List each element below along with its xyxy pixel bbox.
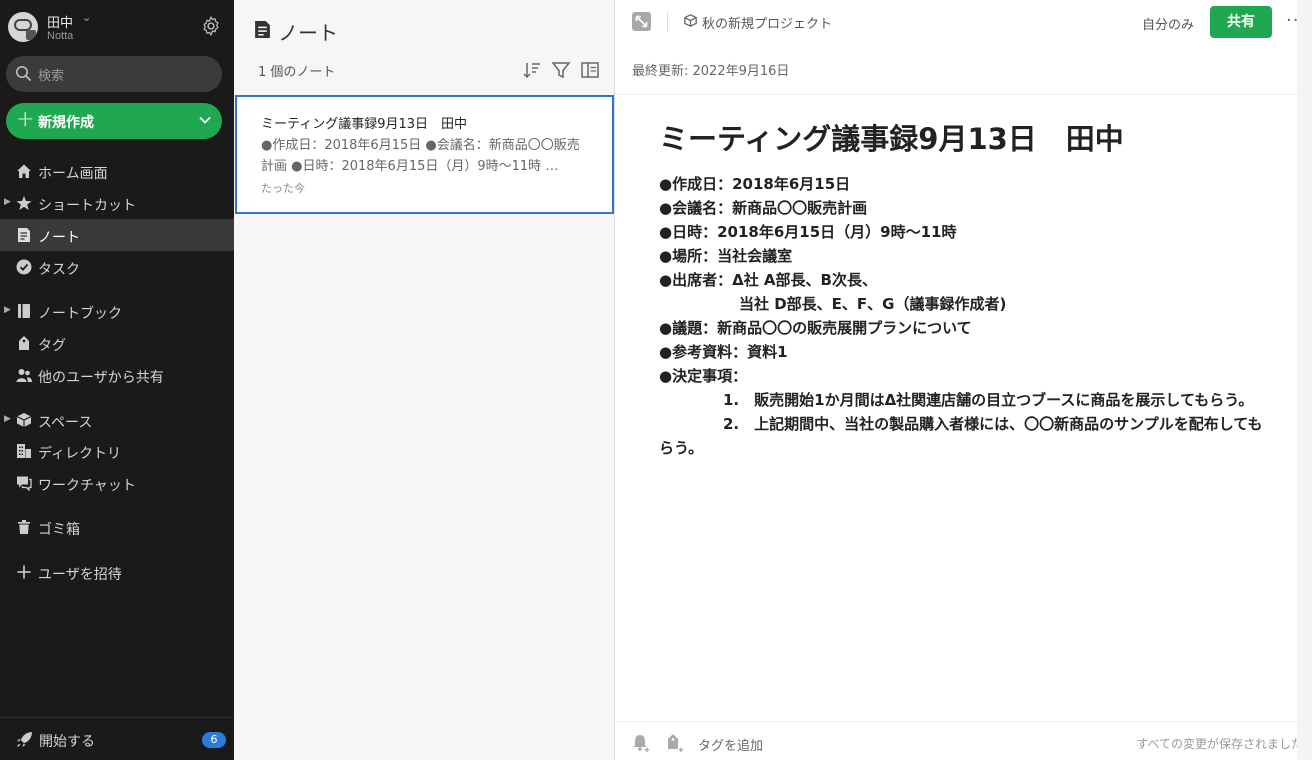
divider <box>667 12 668 32</box>
note-card-title: ミーティング議事録9月13日 田中 <box>261 117 468 132</box>
share-button[interactable]: 共有 <box>1210 6 1272 38</box>
chevron-down-icon: ⌄ <box>82 11 92 24</box>
notebook-breadcrumb[interactable]: 秋の新規プロジェクト <box>702 13 832 32</box>
star-icon <box>16 196 32 210</box>
trash-icon <box>18 520 30 534</box>
sidebar-item-notebooks[interactable]: ▶ ノートブック <box>0 295 234 327</box>
sidebar-item-label: ノートブック <box>38 306 122 322</box>
avatar <box>8 12 38 42</box>
sidebar-item-tags[interactable]: タグ <box>0 327 234 359</box>
sidebar-item-home[interactable]: ホーム画面 <box>0 155 234 187</box>
add-tag-icon[interactable] <box>665 733 685 753</box>
notebook-icon <box>18 304 30 318</box>
note-line: ●決定事項： <box>659 367 748 385</box>
home-icon <box>17 164 31 178</box>
sidebar-item-spaces[interactable]: ▶ スペース <box>0 404 234 436</box>
note-card-time: たった今 <box>261 182 305 195</box>
caret-right-icon[interactable]: ▶ <box>4 305 11 315</box>
get-started[interactable]: 開始する 6 <box>0 717 234 760</box>
note-editor: 秋の新規プロジェクト 自分のみ 共有 ··· 最終更新: 2022年9月16日 … <box>615 0 1312 760</box>
tag-icon <box>19 336 29 350</box>
note-body[interactable]: ●作成日：2018年6月15日 ●会議名：新商品〇〇販売計画 ●日時：2018年… <box>659 172 1269 460</box>
rocket-icon <box>17 732 32 747</box>
directory-icon <box>17 444 31 458</box>
sidebar-item-tasks[interactable]: タスク <box>0 251 234 283</box>
note-list-panel: ノート 1 個のノート ミーティング議事録9月13日 田中 ●作成日：2018年… <box>234 0 615 760</box>
note-count: 1 個のノート <box>258 65 336 80</box>
space-cube-icon <box>16 413 32 427</box>
shared-users-icon <box>16 369 32 382</box>
expand-icon[interactable] <box>632 12 651 31</box>
account-switcher[interactable]: 田中 ⌄ Notta <box>8 10 228 44</box>
sidebar-item-label: 他のユーザから共有 <box>38 370 164 386</box>
sort-icon[interactable] <box>522 60 542 80</box>
sidebar-item-shortcuts[interactable]: ▶ ショートカット <box>0 187 234 219</box>
visibility-label[interactable]: 自分のみ <box>1142 14 1194 33</box>
sidebar-item-invite[interactable]: ユーザを招待 <box>0 556 234 588</box>
note-line: ●場所：当社会議室 <box>659 247 793 265</box>
sidebar: 田中 ⌄ Notta 検索 + 新規作成 ホーム画面 ▶ ショートカット ノート… <box>0 0 234 760</box>
add-tag-input[interactable]: タグを追加 <box>698 735 763 754</box>
note-icon <box>255 21 270 38</box>
note-line: ●議題：新商品〇〇の販売展開プランについて <box>659 319 972 337</box>
filter-icon[interactable] <box>551 60 571 80</box>
sidebar-item-workchat[interactable]: ワークチャット <box>0 467 234 499</box>
new-note-label: 新規作成 <box>38 115 94 131</box>
sidebar-item-label: ゴミ箱 <box>38 522 80 538</box>
chat-icon <box>17 476 32 491</box>
new-note-button[interactable]: + 新規作成 <box>6 103 222 139</box>
note-line: ●会議名：新商品〇〇販売計画 <box>659 199 868 217</box>
sidebar-item-label: タグ <box>38 338 66 354</box>
space-cube-icon <box>684 14 697 27</box>
note-line: ●参考資料：資料1 <box>659 343 788 361</box>
page-title: ノート <box>278 21 338 45</box>
search-icon <box>15 65 32 82</box>
decision-item: 1. 販売開始1か月間はΔ社関連店舗の目立つブースに商品を展示してもらう。 <box>723 391 1254 409</box>
sidebar-item-label: ホーム画面 <box>38 166 108 182</box>
reminder-bell-icon[interactable] <box>631 733 651 753</box>
note-line: ●作成日：2018年6月15日 <box>659 175 851 193</box>
search-input[interactable]: 検索 <box>6 56 222 92</box>
sidebar-item-label: ワークチャット <box>38 478 136 494</box>
sidebar-item-trash[interactable]: ゴミ箱 <box>0 511 234 543</box>
sidebar-item-shared[interactable]: 他のユーザから共有 <box>0 359 234 391</box>
editor-header: 秋の新規プロジェクト 自分のみ 共有 ··· 最終更新: 2022年9月16日 <box>615 0 1312 95</box>
view-layout-icon[interactable] <box>580 60 600 80</box>
sidebar-item-label: ディレクトリ <box>38 446 122 462</box>
chevron-down-icon[interactable] <box>198 113 212 127</box>
note-icon <box>18 228 30 242</box>
gear-icon[interactable] <box>200 15 222 37</box>
workspace-name: Notta <box>47 30 74 42</box>
save-status: すべての変更が保存されました <box>1136 737 1303 751</box>
get-started-label: 開始する <box>39 734 95 750</box>
sidebar-item-notes[interactable]: ノート <box>0 219 234 251</box>
note-card-snippet: ●作成日：2018年6月15日 ●会議名：新商品〇〇販売計画 ●日時：2018年… <box>261 138 580 174</box>
sidebar-item-label: ユーザを招待 <box>38 567 122 583</box>
search-placeholder: 検索 <box>38 69 65 84</box>
plus-icon <box>17 565 31 579</box>
task-check-icon <box>16 259 32 275</box>
sidebar-item-label: タスク <box>38 262 80 278</box>
editor-footer: タグを追加 すべての変更が保存されました <box>615 721 1312 760</box>
sidebar-item-directory[interactable]: ディレクトリ <box>0 435 234 467</box>
notification-badge: 6 <box>202 732 226 748</box>
sidebar-item-label: ショートカット <box>38 198 136 214</box>
sidebar-item-label: ノート <box>38 230 80 246</box>
note-line: ●日時：2018年6月15日（月）9時〜11時 <box>659 223 957 241</box>
scrollbar[interactable] <box>1297 0 1312 760</box>
account-name: 田中 <box>47 16 74 31</box>
plus-icon: + <box>16 107 35 132</box>
note-line: ●出席者：Δ社 A部長、B次長、 <box>659 271 877 289</box>
last-updated: 最終更新: 2022年9月16日 <box>632 64 790 79</box>
caret-right-icon[interactable]: ▶ <box>4 414 11 424</box>
sidebar-item-label: スペース <box>38 415 93 431</box>
note-line: 当社 D部長、E、F、G（議事録作成者) <box>739 295 1007 313</box>
note-title[interactable]: ミーティング議事録9月13日 田中 <box>659 116 1124 158</box>
caret-right-icon[interactable]: ▶ <box>4 197 11 207</box>
note-card[interactable]: ミーティング議事録9月13日 田中 ●作成日：2018年6月15日 ●会議名：新… <box>235 95 614 214</box>
decision-item: 2. 上記期間中、当社の製品購入者様には、〇〇新商品のサンプルを配布してもらう。 <box>659 415 1263 457</box>
